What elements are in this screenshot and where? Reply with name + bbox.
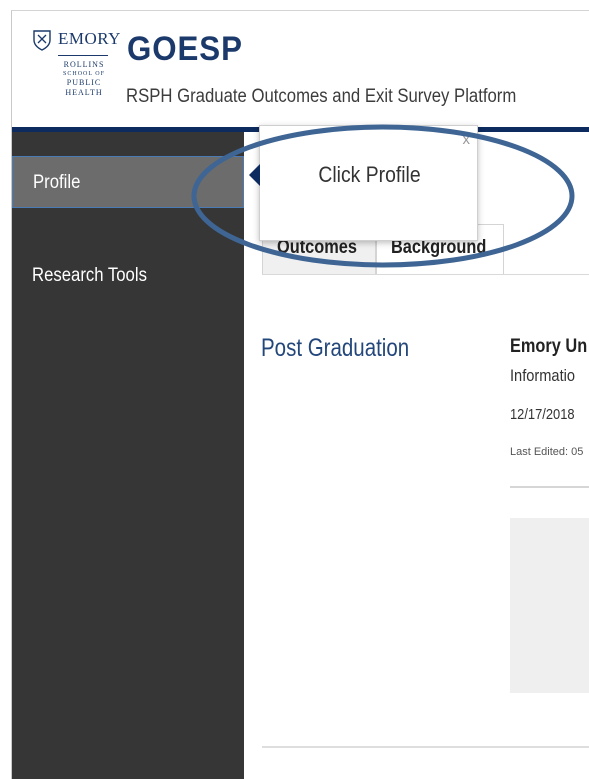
tooltip-pointer bbox=[249, 164, 260, 186]
card-last-edited: Last Edited: 05 bbox=[510, 446, 584, 458]
sidebar: Profile Research Tools bbox=[12, 132, 244, 779]
tooltip-text: Click Profile bbox=[318, 162, 421, 187]
sidebar-item-research-tools[interactable]: Research Tools bbox=[12, 250, 244, 302]
card-date: 12/17/2018 bbox=[510, 406, 575, 423]
app-subtitle: RSPH Graduate Outcomes and Exit Survey P… bbox=[126, 86, 517, 107]
emory-rollins-logo[interactable]: EMORY ROLLINS SCHOOL OF PUBLIC HEALTH bbox=[30, 29, 122, 121]
header: EMORY ROLLINS SCHOOL OF PUBLIC HEALTH GO… bbox=[12, 11, 589, 127]
guide-tooltip: x Click Profile bbox=[249, 125, 478, 241]
logo-line-rollins: ROLLINS bbox=[63, 60, 105, 69]
app-title: GOESP bbox=[127, 30, 243, 68]
emory-shield-icon bbox=[33, 30, 51, 51]
outcome-card: Emory Un Informatio 12/17/2018 Last Edit… bbox=[510, 318, 589, 718]
card-divider bbox=[510, 486, 589, 488]
logo-divider bbox=[58, 55, 108, 56]
sidebar-item-label: Research Tools bbox=[32, 265, 147, 286]
close-icon[interactable]: x bbox=[463, 132, 471, 147]
logo-line-public: PUBLIC bbox=[66, 78, 102, 87]
card-panel bbox=[510, 518, 589, 693]
sidebar-item-label: Profile bbox=[33, 172, 81, 193]
section-divider bbox=[262, 746, 589, 748]
page-frame: EMORY ROLLINS SCHOOL OF PUBLIC HEALTH GO… bbox=[11, 10, 589, 779]
sidebar-item-profile[interactable]: Profile bbox=[12, 156, 244, 208]
section-heading-post-graduation: Post Graduation bbox=[261, 334, 410, 362]
logo-line-health: HEALTH bbox=[65, 88, 103, 97]
logo-wordmark: EMORY bbox=[58, 29, 121, 48]
card-info: Informatio bbox=[510, 366, 576, 385]
card-title[interactable]: Emory Un bbox=[510, 336, 587, 358]
